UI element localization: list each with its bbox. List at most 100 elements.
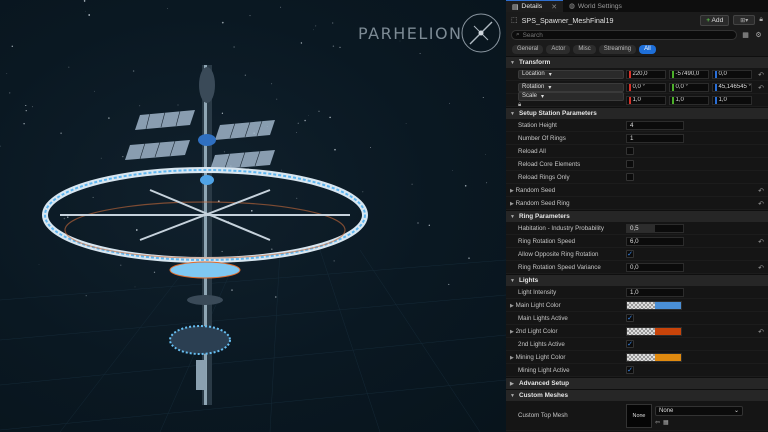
reset-rotation-icon[interactable]: ↶ [758, 84, 764, 92]
star [468, 257, 470, 259]
reset-random-seed-icon[interactable]: ↶ [758, 187, 764, 195]
scale-row: Scale ▾ 🔒︎ 1,0 1,0 1,0 [506, 91, 768, 108]
rotation-y-field[interactable]: 0,0 ° [669, 82, 709, 92]
scale-lock-icon[interactable]: 🔒︎ [518, 102, 521, 108]
random-seed-ring-row[interactable]: ▶ Random Seed Ring ↶ [506, 197, 768, 210]
mining-light-color-swatch[interactable] [626, 352, 682, 362]
star [223, 151, 225, 153]
second-light-color-row: ▶ 2nd Light Color ↶ [506, 325, 768, 338]
settings-icon[interactable]: ⚙ [754, 31, 763, 40]
speed-variance-field[interactable]: 0,0 [626, 262, 684, 272]
second-light-color-swatch[interactable] [626, 326, 682, 336]
details-icon: ▤ [512, 3, 519, 11]
light-intensity-field[interactable]: 1,0 [626, 287, 684, 297]
allow-opposite-checkbox[interactable]: ✓ [626, 250, 634, 258]
star [92, 196, 94, 198]
mining-light-active-checkbox[interactable]: ✓ [626, 366, 634, 374]
star [132, 70, 135, 72]
star [297, 122, 299, 124]
rotation-x-field[interactable]: 0,0 ° [626, 82, 666, 92]
star [417, 222, 419, 224]
blueprint-button[interactable]: ⊞▾ [733, 15, 756, 25]
star [100, 157, 102, 159]
star [249, 15, 251, 17]
star [428, 224, 430, 226]
main-light-color-swatch[interactable] [626, 300, 682, 310]
second-lights-active-checkbox[interactable]: ✓ [626, 340, 634, 348]
location-z-field[interactable]: 0,0 [712, 69, 752, 79]
star [281, 169, 282, 171]
section-setup-station[interactable]: ▼ Setup Station Parameters [506, 107, 768, 119]
speed-variance-label: Ring Rotation Speed Variance [518, 263, 601, 271]
filter-all[interactable]: All [639, 44, 656, 54]
reset-speed-variance-icon[interactable]: ↶ [758, 264, 764, 272]
filter-streaming[interactable]: Streaming [598, 44, 637, 54]
section-transform[interactable]: ▼ Transform [506, 56, 768, 68]
tab-world-settings[interactable]: ◍ World Settings [563, 0, 628, 12]
location-y-field[interactable]: -57490,0 [669, 69, 709, 79]
add-component-button[interactable]: + Add [700, 14, 730, 26]
star [296, 131, 297, 133]
reset-random-seed-ring-icon[interactable]: ↶ [758, 200, 764, 208]
scale-z-field[interactable]: 1,0 [712, 95, 752, 105]
habitation-label: Habitation - Industry Probability [518, 224, 604, 232]
filter-chips: General Actor Misc Streaming All [506, 42, 768, 56]
tab-details-label: Details [521, 3, 543, 10]
reset-second-color-icon[interactable]: ↶ [758, 328, 764, 336]
level-viewport[interactable]: PARHELION [0, 0, 506, 432]
star [11, 45, 14, 48]
reload-rings-row: Reload Rings Only [506, 171, 768, 184]
star [333, 260, 335, 262]
reload-rings-checkbox[interactable] [626, 173, 634, 181]
star [485, 153, 486, 155]
rotation-dropdown[interactable]: Rotation ▾ [518, 82, 624, 92]
star [25, 104, 27, 107]
scale-y-field[interactable]: 1,0 [669, 95, 709, 105]
browse-icon[interactable]: ▦ [663, 419, 669, 426]
main-light-color-label: Main Light Color [515, 301, 561, 309]
filter-actor[interactable]: Actor [546, 44, 571, 54]
star [411, 183, 413, 185]
tab-details[interactable]: ▤ Details ✕ [506, 0, 563, 12]
random-seed-row[interactable]: ▶ Random Seed ↶ [506, 184, 768, 197]
star [448, 283, 450, 285]
scale-x-field[interactable]: 1,0 [626, 95, 666, 105]
ring-rotation-speed-field[interactable]: 6,0 [626, 236, 684, 246]
number-of-rings-field[interactable]: 1 [626, 133, 684, 143]
filter-general[interactable]: General [512, 44, 544, 54]
search-row: ⌕ Search ▦ ⚙ [506, 28, 768, 42]
reset-ring-speed-icon[interactable]: ↶ [758, 238, 764, 246]
reload-all-checkbox[interactable] [626, 147, 634, 155]
main-lights-active-label: Main Lights Active [518, 314, 568, 322]
chevron-right-icon: ▶ [510, 354, 514, 361]
close-icon[interactable]: ✕ [551, 3, 557, 11]
reload-all-label: Reload All [518, 147, 546, 155]
search-input[interactable]: ⌕ Search [511, 30, 737, 40]
reload-core-checkbox[interactable] [626, 160, 634, 168]
location-x-field[interactable]: 220,0 [626, 69, 666, 79]
star [85, 295, 87, 297]
filter-misc[interactable]: Misc [573, 44, 596, 54]
section-custom-meshes[interactable]: ▼ Custom Meshes [506, 389, 768, 401]
section-ring-parameters[interactable]: ▼ Ring Parameters [506, 210, 768, 222]
station-height-field[interactable]: 4 [626, 120, 684, 130]
star [370, 147, 372, 149]
lock-icon[interactable]: 🔒︎ [759, 16, 763, 24]
mesh-thumbnail[interactable]: None [626, 403, 652, 428]
reset-location-icon[interactable]: ↶ [758, 71, 764, 79]
habitation-field[interactable]: 0,5 [626, 223, 684, 233]
star [271, 83, 273, 85]
habitation-row: Habitation - Industry Probability 0,5 [506, 222, 768, 235]
location-dropdown[interactable]: Location ▾ [518, 69, 624, 79]
table-view-icon[interactable]: ▦ [741, 31, 750, 40]
star [464, 185, 467, 187]
section-advanced-setup[interactable]: ▶ Advanced Setup [506, 377, 768, 389]
use-selected-icon[interactable]: ⇦ [655, 419, 660, 426]
mesh-picker-dropdown[interactable]: None ⌄ [655, 405, 743, 416]
scale-dropdown[interactable]: Scale ▾ [518, 91, 624, 101]
rotation-z-field[interactable]: 45,146545 ° [712, 82, 752, 92]
main-lights-active-checkbox[interactable]: ✓ [626, 314, 634, 322]
section-lights[interactable]: ▼ Lights [506, 274, 768, 286]
star [38, 263, 40, 265]
chevron-down-icon: ⌄ [733, 408, 739, 414]
